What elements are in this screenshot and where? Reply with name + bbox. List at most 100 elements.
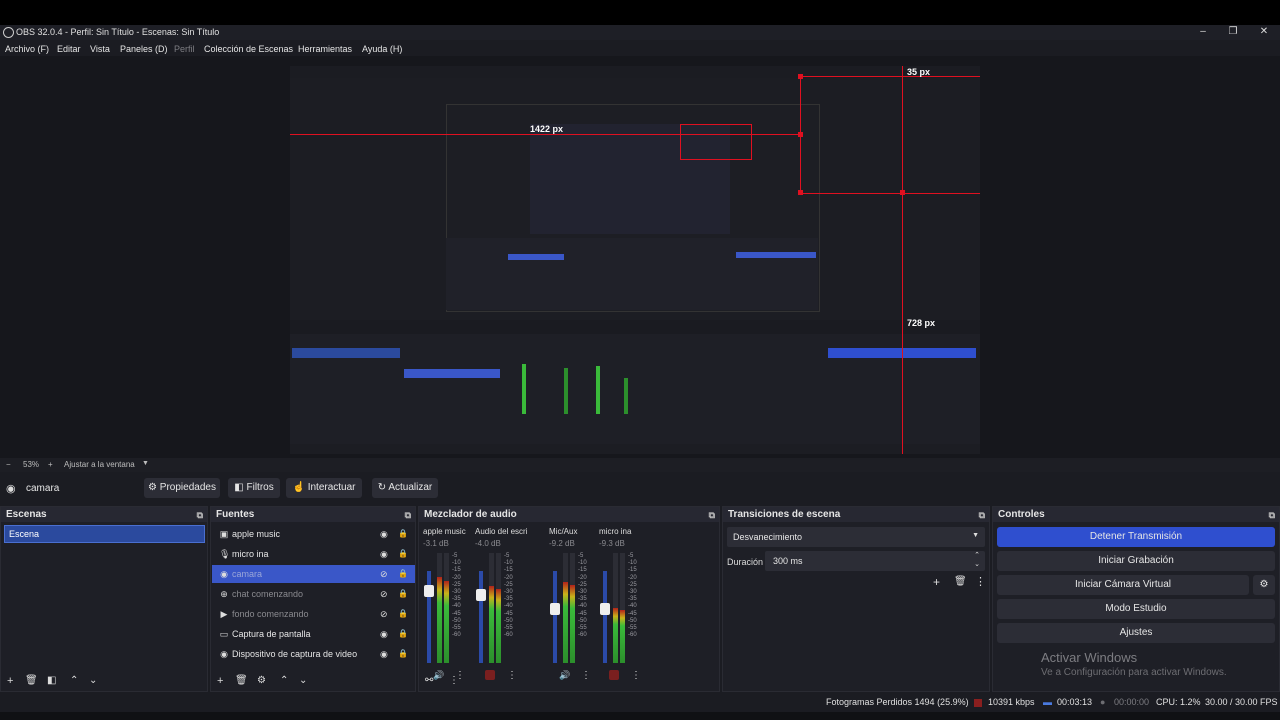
duration-value: 300 ms (773, 556, 803, 566)
eye-icon[interactable]: ◉ (380, 625, 388, 643)
menu-herramientas[interactable]: Herramientas (298, 44, 352, 54)
mixer-channel-name: micro ina (599, 527, 632, 536)
source-row[interactable]: ▶ fondo comenzando ⊘ 🔒 (212, 605, 415, 623)
settings-button[interactable]: Ajustes (997, 623, 1275, 643)
level-meter (613, 553, 618, 663)
volume-slider[interactable] (476, 571, 486, 663)
close-icon[interactable]: ✕ (1257, 26, 1271, 37)
trash-icon[interactable]: 🗑 (25, 675, 38, 686)
mixer-channel-name: apple music (423, 527, 466, 536)
lock-icon[interactable]: 🔒 (398, 625, 408, 643)
guide-label-bottom: 728 px (907, 318, 936, 328)
nested-docks (446, 238, 818, 310)
lock-icon[interactable]: 🔒 (398, 525, 408, 543)
db-tick: -10 (452, 560, 461, 567)
popout-icon[interactable]: ⧉ (709, 508, 715, 523)
start-recording-button[interactable]: Iniciar Grabación (997, 551, 1275, 571)
interact-button[interactable]: ☝ Interactuar (286, 478, 362, 498)
eye-hidden-icon[interactable]: ⊘ (380, 585, 388, 603)
mixer-channel-db: -9.2 dB (549, 539, 575, 548)
spin-down-icon[interactable]: ⌄ (974, 560, 980, 568)
volume-knob[interactable] (476, 589, 486, 601)
menu-bar: Archivo (F) Editar Vista Paneles (D) Per… (0, 42, 1280, 56)
zoom-fit-select[interactable]: Ajustar a la ventana (64, 460, 135, 469)
arrow-down-icon[interactable]: ⌄ (89, 675, 97, 686)
source-row[interactable]: ◉ Dispositivo de captura de video ◉ 🔒 (212, 645, 415, 663)
db-tick: -40 (452, 603, 461, 610)
lock-icon[interactable]: 🔒 (398, 645, 408, 663)
gear-icon[interactable]: ⚙ (257, 675, 266, 686)
popout-icon[interactable]: ⧉ (979, 508, 985, 523)
gear-icon: ⚙ (1259, 579, 1269, 590)
arrow-down-icon[interactable]: ⌄ (299, 675, 307, 686)
menu-vista[interactable]: Vista (90, 44, 110, 54)
zoom-out-button[interactable]: − (6, 460, 11, 469)
source-row[interactable]: 🎙 micro ina ◉ 🔒 (212, 545, 415, 563)
menu-ayuda[interactable]: Ayuda (H) (362, 44, 402, 54)
arrow-up-icon[interactable]: ⌃ (280, 675, 288, 686)
handle-bm[interactable] (900, 190, 905, 195)
eye-hidden-icon[interactable]: ⊘ (380, 565, 388, 583)
chevron-down-icon[interactable]: ▼ (142, 460, 149, 467)
trash-icon[interactable]: 🗑 (235, 675, 248, 686)
volume-slider[interactable] (550, 571, 560, 663)
studio-mode-button[interactable]: Modo Estudio (997, 599, 1275, 619)
preview-video[interactable]: 35 px 1422 px 728 px (290, 66, 980, 454)
properties-button[interactable]: ⚙ Propiedades (144, 478, 220, 498)
level-fill (570, 584, 575, 663)
filter-icon[interactable]: ◧ (47, 675, 56, 686)
menu-editar[interactable]: Editar (57, 44, 81, 54)
eye-hidden-icon[interactable]: ⊘ (380, 605, 388, 623)
lock-icon[interactable]: 🔒 (398, 605, 408, 623)
menu-archivo[interactable]: Archivo (F) (5, 44, 49, 54)
add-icon[interactable]: + (217, 675, 223, 687)
restore-icon[interactable]: ❐ (1226, 26, 1240, 37)
add-icon[interactable]: + (933, 575, 940, 589)
volume-slider[interactable] (600, 571, 610, 663)
source-row[interactable]: ⊕ chat comenzando ⊘ 🔒 (212, 585, 415, 603)
refresh-button[interactable]: ↻ Actualizar (372, 478, 438, 498)
minimize-icon[interactable]: – (1196, 26, 1210, 37)
lock-icon[interactable]: 🔒 (398, 565, 408, 583)
zoom-in-button[interactable]: + (48, 460, 53, 469)
duration-spinbox[interactable]: 300 ms ⌃ ⌄ (765, 551, 985, 571)
eye-icon[interactable]: ◉ (380, 645, 388, 663)
volume-knob[interactable] (600, 603, 610, 615)
scene-item[interactable]: Escena (4, 525, 205, 543)
title-bar: OBS 32.0.4 - Perfil: Sin Título - Escena… (0, 25, 1280, 40)
filter-icon: ◧ (234, 482, 247, 493)
popout-icon[interactable]: ⧉ (405, 508, 411, 523)
menu-perfil[interactable]: Perfil (174, 44, 195, 54)
eye-icon[interactable]: ◉ (380, 525, 388, 543)
volume-slider[interactable] (424, 571, 434, 663)
menu-paneles[interactable]: Paneles (D) (120, 44, 168, 54)
add-icon[interactable]: + (7, 675, 13, 687)
kebab-icon[interactable]: ⋮ (975, 575, 986, 588)
filters-button[interactable]: ◧ Filtros (228, 478, 280, 498)
menu-coleccion[interactable]: Colección de Escenas (204, 44, 293, 54)
link-icon[interactable]: ⚯ (425, 675, 433, 686)
volume-knob[interactable] (550, 603, 560, 615)
eye-icon[interactable]: ◉ (380, 545, 388, 563)
popout-icon[interactable]: ⧉ (197, 508, 203, 523)
popout-icon[interactable]: ⧉ (1269, 508, 1275, 523)
source-row[interactable]: ▣ apple music ◉ 🔒 (212, 525, 415, 543)
db-tick: -15 (628, 567, 637, 574)
handle-bl[interactable] (798, 190, 803, 195)
lock-icon[interactable]: 🔒 (398, 585, 408, 603)
handle-tl[interactable] (798, 74, 803, 79)
lock-icon[interactable]: 🔒 (398, 545, 408, 563)
kebab-icon[interactable]: ⋮ (449, 675, 459, 686)
arrow-up-icon[interactable]: ⌃ (70, 675, 78, 686)
selection-box[interactable] (800, 76, 980, 194)
volume-knob[interactable] (424, 585, 434, 597)
handle-lm[interactable] (798, 132, 803, 137)
virtual-camera-settings-button[interactable]: ⚙ (1253, 575, 1275, 595)
trash-icon[interactable]: 🗑 (954, 576, 967, 587)
transition-select[interactable]: Desvanecimiento ▼ (727, 527, 985, 547)
stop-streaming-button[interactable]: Detener Transmisión (997, 527, 1275, 547)
spin-up-icon[interactable]: ⌃ (974, 551, 980, 559)
source-row[interactable]: ▭ Captura de pantalla ◉ 🔒 (212, 625, 415, 643)
start-virtual-camera-button[interactable]: Iniciar Cámara Virtual (997, 575, 1249, 595)
source-row-selected[interactable]: ◉ camara ⊘ 🔒 (212, 565, 415, 583)
